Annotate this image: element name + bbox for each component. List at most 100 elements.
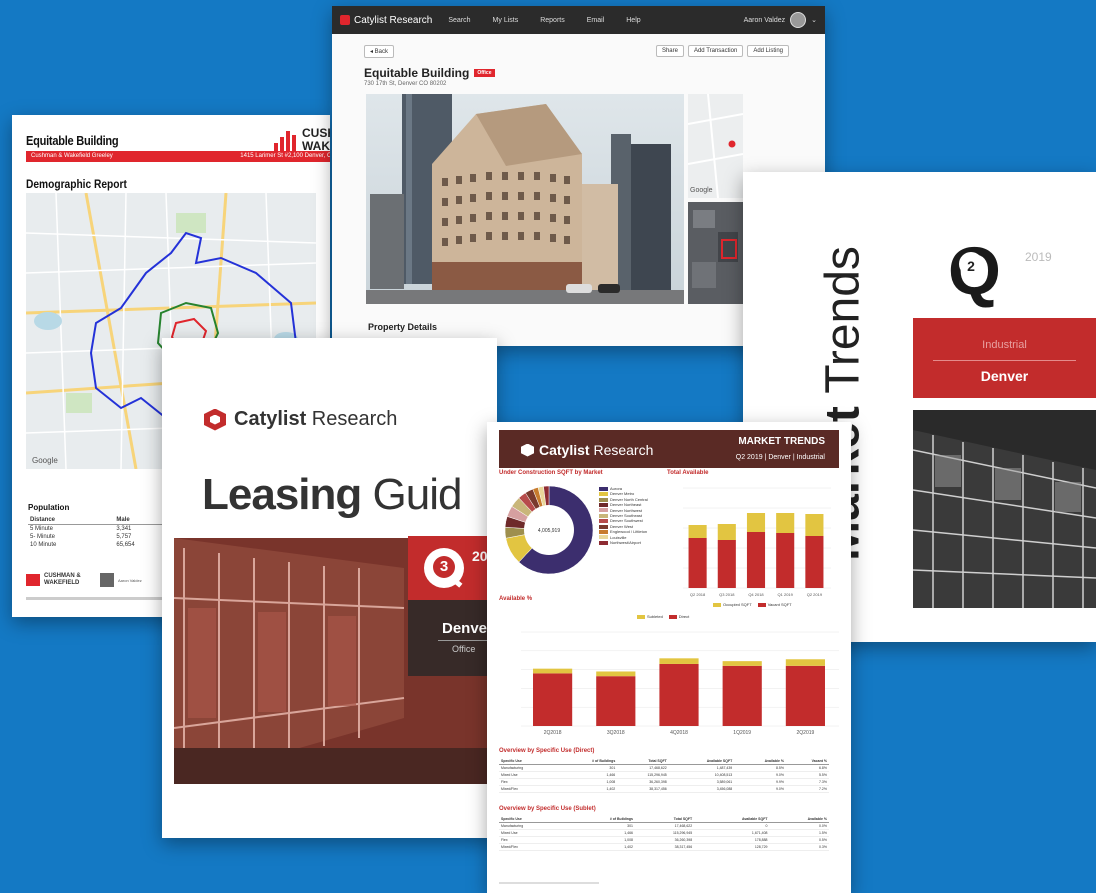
aerial-view[interactable] — [688, 202, 743, 304]
x-tick-label: 3Q2018 — [607, 730, 625, 736]
avatar — [790, 12, 807, 28]
user-name: Aaron Valdez — [743, 16, 786, 24]
table-cell: 301 — [565, 822, 635, 830]
table-cell: 115,296,945 — [634, 829, 695, 837]
type-label: Office — [452, 644, 476, 654]
bar-segment — [722, 661, 762, 666]
table-cell: Manufacturing — [499, 822, 566, 830]
overview-sublet-table: Specific Use # of Buildings Total SQFT Avai… — [499, 816, 829, 851]
chevron-down-icon: ⌄ — [811, 17, 817, 24]
add-listing-button[interactable]: Add Listing — [747, 45, 789, 57]
table-row: Mixed Use 1,466 115,296,945 1,671,408 1.5% — [499, 829, 829, 837]
report-header-title: MARKET TRENDS — [738, 436, 825, 447]
city-block — [408, 600, 497, 676]
bar-segment — [746, 513, 766, 532]
google-watermark: Google — [690, 187, 713, 194]
legend-occupied: Occupied SQFT — [713, 602, 752, 607]
report-title: Equitable Building — [26, 133, 119, 148]
leasing-guide-cover: Catylist Research Leasing Guid 3 20 Denv… — [162, 338, 497, 838]
x-tick-label: Q2 2018 — [690, 592, 706, 597]
top-nav: Catylist Research Search My Lists Report… — [332, 6, 825, 34]
title-light: Guid — [361, 470, 463, 519]
table-row: 10 Minute 65,654 — [28, 541, 178, 549]
table-cell: 3,456,088 — [668, 785, 735, 793]
table-cell: 17,468,622 — [617, 764, 669, 772]
nav-my-lists[interactable]: My Lists — [493, 17, 519, 24]
table-cell: 5.5% — [786, 771, 829, 779]
table-cell: 7.3% — [786, 778, 829, 786]
legend-label: Vacant SQFT — [767, 602, 792, 607]
nav-email[interactable]: Email — [587, 17, 605, 24]
table-cell: 1,466 — [565, 829, 635, 837]
table-cell: 3,589,061 — [668, 778, 735, 786]
table-cell: 1,008 — [565, 836, 635, 844]
table-cell: 1,487,439 — [668, 764, 735, 772]
legend-vacant: Vacant SQFT — [757, 602, 792, 607]
bar-segment — [785, 665, 825, 726]
population-label: Population — [28, 503, 70, 512]
available-percent-chart: 2Q2018 3Q2018 4Q2018 1Q2019 2Q2019 — [521, 631, 839, 736]
brand-bold: Catylist — [234, 408, 307, 430]
table-cell: 0.3% — [769, 843, 829, 851]
title-light: Trends — [816, 246, 870, 407]
nav-search[interactable]: Search — [448, 17, 470, 24]
footer-rule — [499, 882, 599, 884]
cw-footer-text: CUSHMAN & WAKEFIELD — [44, 573, 81, 586]
x-tick-label: Q4 2018 — [748, 592, 764, 597]
back-button[interactable]: ◂ Back — [364, 44, 395, 58]
footer-rule — [26, 597, 166, 600]
location-map-graphic: Google — [688, 94, 743, 198]
location-map[interactable]: Google — [688, 94, 743, 198]
user-menu[interactable]: Aaron Valdez ⌄ — [744, 12, 817, 28]
table-cell: Mixed Use — [499, 829, 566, 837]
table-row: Manufacturing 301 17,468,622 1,487,439 8.5% 6… — [499, 764, 829, 772]
report-header: Catylist Research MARKET TRENDS Q2 2019 … — [499, 430, 839, 468]
city-label: Denver — [442, 620, 493, 637]
stack-legend: Subleted Direct — [637, 614, 689, 619]
cushman-wakefield-logo: CUSHWAKE — [274, 127, 330, 153]
brand-light: Research — [589, 442, 654, 458]
agent-photo — [100, 573, 114, 587]
google-watermark: Google — [32, 456, 58, 465]
legend-swatch — [599, 502, 608, 507]
property-type-badge: Office — [474, 69, 495, 77]
quarter-number: 3 — [433, 556, 455, 578]
share-button[interactable]: Share — [655, 45, 684, 57]
table-row: 5- Minute 5,757 — [28, 533, 178, 541]
nav-help[interactable]: Help — [626, 17, 640, 24]
x-tick-label: 2Q2018 — [544, 730, 562, 736]
nav-reports[interactable]: Reports — [540, 17, 565, 24]
agent-name: Aaron Valdez — [118, 577, 142, 583]
bar-segment — [659, 658, 699, 664]
bar-segment — [596, 676, 636, 726]
app-brand[interactable]: Catylist Research — [340, 15, 432, 26]
bar-segment — [533, 668, 573, 674]
table-cell: 301 — [557, 764, 618, 772]
catylist-logo-icon — [340, 15, 350, 25]
table-cell: 9.0% — [734, 785, 786, 793]
bar-segment — [776, 533, 795, 588]
leasing-guide-title: Leasing Guid — [202, 470, 463, 520]
table-cell: 10,408,513 — [668, 771, 735, 779]
table-cell: 9.9% — [734, 778, 786, 786]
table-cell: 36,260,398 — [634, 836, 695, 844]
table-cell: 9.0% — [734, 771, 786, 779]
donut-legend: Aurora Denver Metro Denver North Central De… — [599, 486, 648, 545]
cw-mark-icon — [26, 574, 40, 586]
building-photo[interactable] — [366, 94, 684, 304]
legend-swatch — [599, 508, 608, 513]
report-brand: Catylist Research — [521, 442, 653, 458]
brand-bold: Catylist — [539, 442, 590, 458]
legend-swatch — [599, 529, 608, 534]
aerial-graphic — [688, 202, 743, 304]
legend-swatch — [599, 540, 608, 545]
report-subtitle: Demographic Report — [26, 177, 127, 191]
table-row: 5 Minute 3,341 — [28, 525, 178, 534]
market-trends-report: Catylist Research MARKET TRENDS Q2 2019 … — [487, 422, 851, 893]
col-distance: Distance — [28, 516, 115, 525]
add-transaction-button[interactable]: Add Transaction — [687, 45, 744, 57]
cell: 5- Minute — [30, 534, 56, 540]
x-tick-label: Q3 2018 — [719, 592, 735, 597]
quarter-number: 2 — [959, 252, 983, 276]
legend-label: Northwest/Airport — [610, 540, 641, 546]
